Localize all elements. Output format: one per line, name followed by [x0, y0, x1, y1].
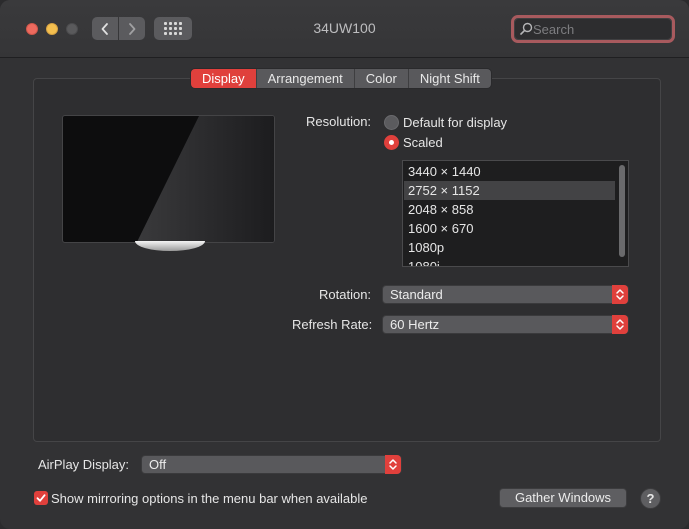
search-field[interactable]	[511, 15, 675, 43]
refresh-rate-value: 60 Hertz	[390, 317, 440, 332]
updown-arrows-icon	[612, 285, 628, 304]
list-item[interactable]: 1080i	[404, 257, 615, 266]
refresh-rate-select[interactable]: 60 Hertz	[382, 315, 629, 334]
search-input[interactable]	[533, 21, 663, 37]
mirroring-label: Show mirroring options in the menu bar w…	[51, 491, 368, 506]
rotation-select[interactable]: Standard	[382, 285, 629, 304]
tab-color[interactable]: Color	[354, 69, 409, 88]
rotation-label: Rotation:	[319, 287, 372, 302]
resolution-list[interactable]: 3440 × 1440 2752 × 1152 2048 × 858 1600 …	[402, 160, 629, 267]
display-preview	[62, 115, 275, 243]
tab-arrangement[interactable]: Arrangement	[256, 69, 355, 88]
refresh-rate-label: Refresh Rate:	[292, 317, 373, 332]
mirroring-checkbox[interactable]	[34, 491, 48, 505]
display-preview-icon	[136, 116, 274, 242]
checkmark-icon	[36, 494, 46, 502]
list-item[interactable]: 2048 × 858	[404, 200, 615, 219]
tab-display[interactable]: Display	[191, 69, 257, 88]
resolution-label: Resolution:	[306, 114, 372, 129]
radio-default-for-display[interactable]	[384, 115, 399, 130]
rotation-value: Standard	[390, 287, 443, 302]
radio-default-label: Default for display	[403, 115, 508, 130]
list-item[interactable]: 2752 × 1152	[404, 181, 615, 200]
tab-night-shift[interactable]: Night Shift	[408, 69, 491, 88]
search-icon	[520, 22, 533, 35]
help-button[interactable]: ?	[640, 488, 661, 509]
gather-windows-button[interactable]: Gather Windows	[499, 488, 627, 508]
preferences-window: 34UW100 Display Arrangement Color Night …	[0, 0, 689, 529]
list-item[interactable]: 3440 × 1440	[404, 162, 615, 181]
list-scrollbar[interactable]	[619, 165, 625, 257]
airplay-value: Off	[149, 457, 167, 472]
tab-bar: Display Arrangement Color Night Shift	[190, 68, 492, 89]
list-item[interactable]: 1080p	[404, 238, 615, 257]
radio-scaled[interactable]	[384, 135, 399, 150]
title-bar: 34UW100	[0, 0, 689, 58]
updown-arrows-icon	[385, 455, 401, 474]
updown-arrows-icon	[612, 315, 628, 334]
airplay-select[interactable]: Off	[141, 455, 402, 474]
radio-scaled-label: Scaled	[403, 135, 443, 150]
airplay-label: AirPlay Display:	[38, 457, 130, 472]
list-item[interactable]: 1600 × 670	[404, 219, 615, 238]
